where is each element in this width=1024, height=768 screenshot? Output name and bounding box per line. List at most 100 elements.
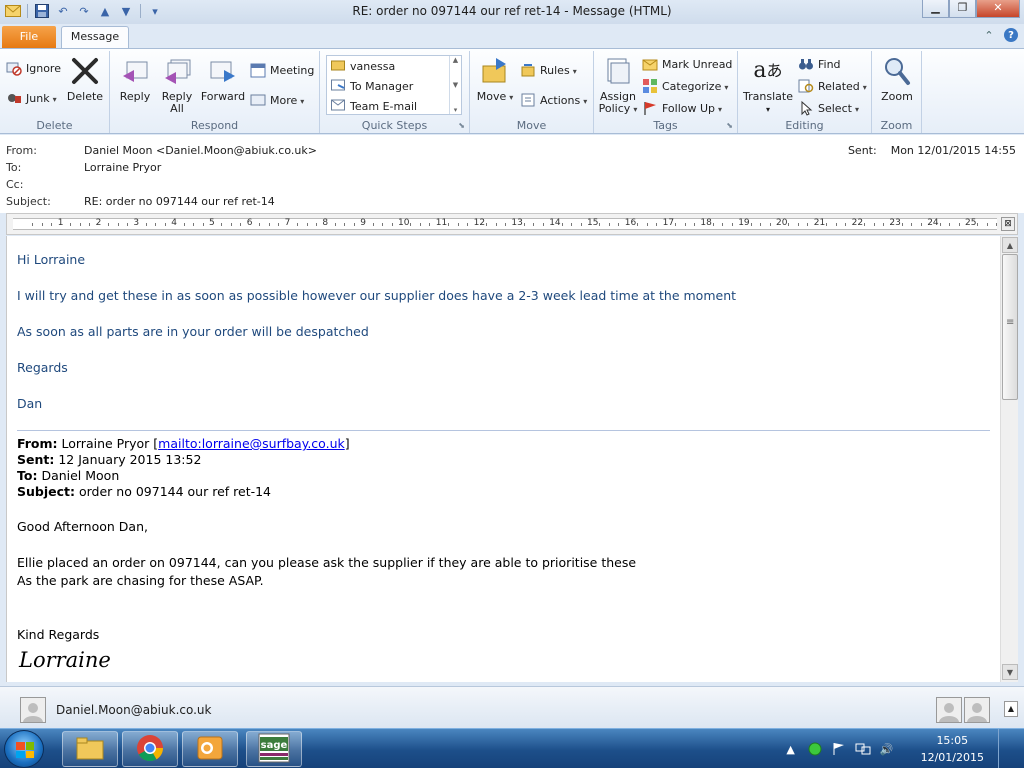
ruler-number: 24 bbox=[927, 218, 939, 228]
taskbar-chrome[interactable] bbox=[122, 731, 178, 767]
subject-row: Subject: RE: order no 097144 our ref ret-… bbox=[6, 195, 275, 208]
people-avatar-2-icon[interactable] bbox=[964, 697, 990, 723]
orig-sent-row: Sent: 12 January 2015 13:52 bbox=[17, 452, 202, 467]
orig-line-1: Ellie placed an order on 097144, can you… bbox=[17, 555, 637, 570]
from-value[interactable]: Daniel Moon <Daniel.Moon@abiuk.co.uk> bbox=[84, 144, 317, 157]
scroll-down-arrow-icon[interactable]: ▼ bbox=[1002, 664, 1018, 680]
reply-all-button[interactable]: Reply All bbox=[158, 55, 196, 115]
mark-unread-button[interactable]: Mark Unread bbox=[642, 55, 732, 73]
quick-steps-group: vanessa To Manager Team E-mail ▲ ▼ ▾ Qui… bbox=[320, 51, 470, 133]
actions-button[interactable]: Actions bbox=[520, 91, 587, 109]
quote-divider bbox=[17, 430, 990, 431]
mailto-link[interactable]: mailto:lorraine@surfbay.co.uk bbox=[158, 436, 345, 451]
status-green-icon[interactable] bbox=[807, 741, 823, 757]
mark-unread-icon bbox=[642, 56, 658, 72]
select-button[interactable]: Select bbox=[798, 99, 859, 117]
reply-button[interactable]: Reply bbox=[116, 55, 154, 103]
outlook-icon bbox=[195, 734, 225, 765]
team-mail-icon bbox=[331, 99, 345, 114]
tags-dialog-launcher-icon[interactable]: ⬊ bbox=[726, 121, 733, 130]
delete-group-label: Delete bbox=[36, 119, 73, 132]
ruler-number: 9 bbox=[360, 218, 366, 228]
taskbar-clock[interactable]: 15:05 12/01/2015 bbox=[921, 732, 984, 766]
ruler-number: 20 bbox=[776, 218, 788, 228]
ruler-number: 22 bbox=[851, 218, 864, 228]
categorize-button[interactable]: Categorize bbox=[642, 77, 728, 95]
junk-button[interactable]: Junk bbox=[6, 89, 57, 107]
close-button[interactable]: ✕ bbox=[976, 0, 1020, 18]
editing-group-label: Editing bbox=[785, 119, 824, 132]
network-icon[interactable] bbox=[855, 741, 871, 757]
people-avatar-1-icon[interactable] bbox=[936, 697, 962, 723]
svg-text:sage: sage bbox=[261, 740, 288, 751]
scroll-up-arrow-icon[interactable]: ▲ bbox=[1002, 237, 1018, 253]
tab-file[interactable]: File bbox=[2, 26, 56, 48]
related-button[interactable]: Related bbox=[798, 77, 867, 95]
rules-button[interactable]: Rules bbox=[520, 61, 577, 79]
find-button[interactable]: Find bbox=[798, 55, 841, 73]
message-body[interactable]: Hi Lorraine I will try and get these in … bbox=[6, 236, 1000, 682]
ignore-button[interactable]: Ignore bbox=[6, 59, 61, 77]
vertical-scrollbar[interactable]: ▲ ▼ bbox=[1000, 236, 1018, 682]
ruler-number: 3 bbox=[133, 218, 140, 228]
ruler-toggle-icon[interactable]: ⊠ bbox=[1001, 217, 1015, 231]
contact-avatar-icon[interactable] bbox=[20, 697, 46, 723]
show-hidden-icons-icon[interactable]: ▲ bbox=[783, 741, 799, 757]
ruler-track[interactable]: 1 2 3 4 5 6 7 8 9 10 11 12 13 14 15 16 17 18 19 20 21 22 23 24 2… bbox=[13, 218, 998, 230]
to-value[interactable]: Lorraine Pryor bbox=[84, 161, 161, 174]
translate-icon: aあ bbox=[753, 58, 783, 83]
show-desktop-button[interactable] bbox=[998, 729, 1010, 768]
editing-group: aあ Translate ▾ Find Related Select Editi… bbox=[738, 51, 872, 133]
quick-step-to-manager[interactable]: To Manager bbox=[327, 76, 461, 96]
taskbar-outlook[interactable] bbox=[182, 731, 238, 767]
taskbar-sage[interactable]: sage bbox=[246, 731, 302, 767]
scroll-down-icon[interactable]: ▼ bbox=[453, 81, 458, 89]
chrome-icon bbox=[136, 734, 164, 765]
delete-button[interactable]: Delete bbox=[66, 55, 104, 103]
junk-icon bbox=[6, 90, 22, 106]
ruler-number: 13 bbox=[511, 218, 523, 228]
scroll-up-icon[interactable]: ▲ bbox=[453, 56, 458, 64]
help-icon[interactable]: ? bbox=[1004, 28, 1018, 42]
ruler-number: 10 bbox=[398, 218, 410, 228]
quick-steps-gallery: vanessa To Manager Team E-mail ▲ ▼ ▾ bbox=[326, 55, 462, 115]
move-group: Move Rules Actions Move bbox=[470, 51, 594, 133]
quick-step-team-email[interactable]: Team E-mail bbox=[327, 96, 461, 116]
scroll-thumb[interactable] bbox=[1002, 254, 1018, 400]
minimize-ribbon-icon[interactable]: ⌃ bbox=[982, 28, 996, 42]
zoom-group-label: Zoom bbox=[880, 119, 913, 132]
move-button[interactable]: Move bbox=[476, 55, 514, 104]
tab-message[interactable]: Message bbox=[61, 26, 129, 49]
follow-up-button[interactable]: Follow Up bbox=[642, 99, 722, 117]
action-center-flag-icon[interactable] bbox=[831, 741, 847, 757]
ribbon-tabs: File Message ⌃ ? bbox=[0, 24, 1024, 49]
assign-policy-button[interactable]: Assign Policy bbox=[598, 55, 638, 116]
cc-row: Cc: bbox=[6, 178, 24, 191]
message-header: From: Daniel Moon <Daniel.Moon@abiuk.co.u… bbox=[0, 135, 1024, 213]
translate-button[interactable]: aあ Translate ▾ bbox=[742, 55, 794, 116]
zoom-button[interactable]: Zoom bbox=[876, 55, 918, 103]
expand-people-pane-icon[interactable]: ▲ bbox=[1004, 701, 1018, 717]
folder-icon bbox=[75, 735, 105, 764]
orig-line-2: As the park are chasing for these ASAP. bbox=[17, 573, 264, 588]
expand-gallery-icon[interactable]: ▾ bbox=[454, 106, 458, 114]
quick-step-vanessa[interactable]: vanessa bbox=[327, 56, 461, 76]
ruler-number: 23 bbox=[889, 218, 901, 228]
ruler-number: 11 bbox=[435, 218, 448, 228]
start-button[interactable] bbox=[4, 730, 44, 768]
meeting-button[interactable]: Meeting bbox=[250, 61, 314, 79]
contact-name[interactable]: Daniel.Moon@abiuk.co.uk bbox=[56, 703, 211, 717]
more-respond-button[interactable]: More bbox=[250, 91, 304, 109]
maximize-button[interactable]: ❐ bbox=[949, 0, 976, 18]
minimize-button[interactable]: ▁ bbox=[922, 0, 949, 18]
flag-icon bbox=[642, 100, 658, 116]
delete-group: Ignore Junk Delete Delete bbox=[0, 51, 110, 133]
volume-icon[interactable]: 🔊 bbox=[879, 741, 895, 757]
dialog-launcher-icon[interactable]: ⬊ bbox=[458, 121, 465, 130]
ruler-number: 12 bbox=[473, 218, 486, 228]
forward-button[interactable]: Forward bbox=[200, 55, 246, 103]
taskbar-explorer[interactable] bbox=[62, 731, 118, 767]
ruler-number: 4 bbox=[171, 218, 177, 228]
reply-all-icon bbox=[161, 55, 193, 87]
quick-steps-scroll[interactable]: ▲ ▼ ▾ bbox=[449, 56, 461, 114]
